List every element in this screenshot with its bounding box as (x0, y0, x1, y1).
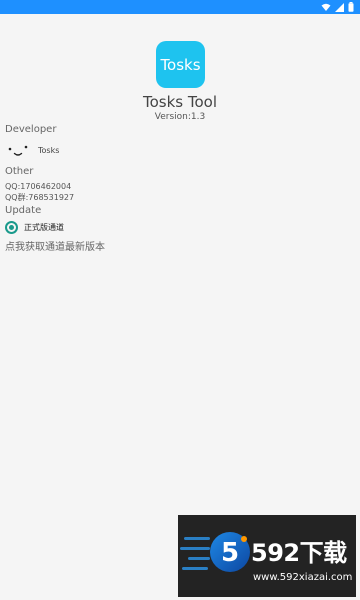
channel-radio-button[interactable] (5, 221, 18, 234)
app-title: Tosks Tool (142, 93, 217, 111)
developer-avatar-icon (8, 145, 28, 156)
developer-section-label: Developer (5, 124, 57, 135)
developer-name: Tosks (38, 146, 60, 155)
other-section-label: Other (5, 166, 34, 177)
watermark-brand: 592下载 (251, 539, 347, 567)
status-icons (321, 2, 354, 12)
wifi-icon (321, 3, 331, 11)
watermark-logo-icon: 5 (210, 532, 250, 572)
watermark-badge-char: 5 (221, 538, 239, 568)
battery-icon (348, 2, 354, 12)
qq-group-contact[interactable]: QQ群:768531927 (5, 192, 74, 203)
app-logo: Tosks (156, 41, 205, 88)
watermark-banner: 5 592下载 www.592xiazai.com (178, 515, 356, 597)
update-section-label: Update (5, 205, 42, 216)
channel-radio-label: 正式版通道 (24, 223, 64, 232)
radio-selected-dot (9, 225, 14, 230)
status-bar (0, 0, 360, 14)
signal-icon (335, 2, 344, 12)
watermark-url: www.592xiazai.com (253, 572, 353, 583)
app-version: Version:1.3 (154, 112, 206, 122)
channel-radio-option[interactable]: 正式版通道 (5, 221, 64, 234)
qq-contact[interactable]: QQ:1706462004 (5, 182, 71, 191)
app-logo-text: Tosks (160, 55, 201, 74)
check-update-link[interactable]: 点我获取通道最新版本 (5, 238, 105, 253)
